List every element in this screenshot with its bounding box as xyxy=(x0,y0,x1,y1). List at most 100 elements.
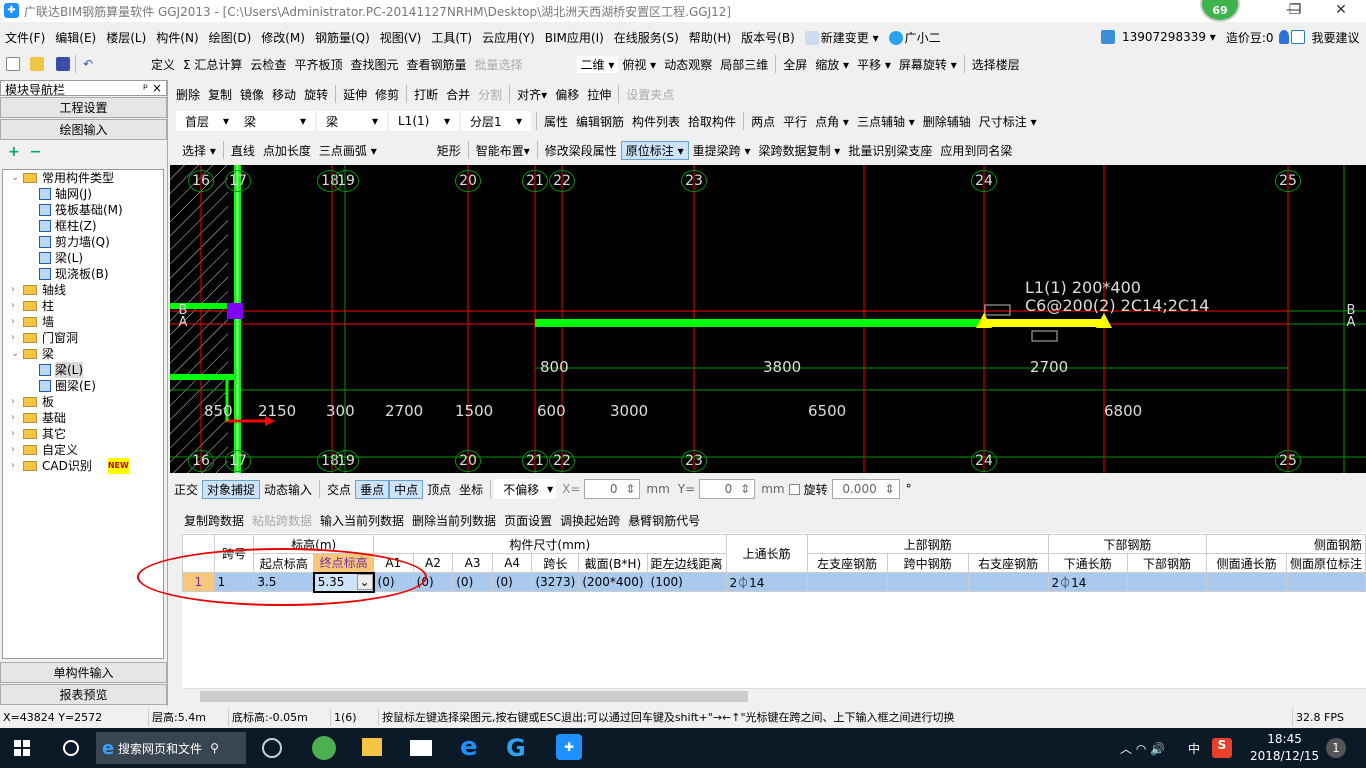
input-column-button[interactable]: 输入当前列数据 xyxy=(316,512,408,529)
three-point-axis-button[interactable]: 三点辅轴 ▾ xyxy=(853,113,919,130)
tree-item[interactable]: 梁(L) xyxy=(3,362,163,378)
tree-item[interactable]: 轴网(J) xyxy=(3,186,163,202)
dimension-button[interactable]: 尺寸标注 ▾ xyxy=(975,113,1041,130)
floor-select[interactable]: 首层 ▾ xyxy=(176,111,238,131)
angle-input[interactable]: 0.000 ⇕ xyxy=(831,479,900,499)
delete-axis-button[interactable]: 删除辅轴 xyxy=(919,113,975,130)
cell-mid[interactable] xyxy=(886,572,969,592)
re-extract-span-dropdown[interactable]: 重提梁跨 ▾ xyxy=(689,142,755,159)
object-snap-button[interactable]: 对象捕捉 xyxy=(202,479,261,499)
y-input[interactable]: 0 ⇕ xyxy=(699,479,756,499)
account-dropdown[interactable]: 13907298339 ▾ xyxy=(1117,30,1221,44)
menu-assistant[interactable]: 广小二 xyxy=(884,29,946,46)
move-button[interactable]: 移动 xyxy=(268,86,300,103)
tree-item[interactable]: › CAD识别 NEW xyxy=(3,458,163,474)
stretch-button[interactable]: 拉伸 xyxy=(583,86,615,103)
suggest-button[interactable]: 我要建议 xyxy=(1307,29,1365,46)
tree-item[interactable]: ⌄ 梁 xyxy=(3,346,163,362)
paste-span-data-button[interactable]: 粘贴跨数据 xyxy=(248,512,316,529)
menu-new-change[interactable]: 新建变更 ▾ xyxy=(800,29,884,46)
span-data-copy-dropdown[interactable]: 梁跨数据复制 ▾ xyxy=(754,142,844,159)
menu-draw[interactable]: 绘图(D) xyxy=(204,29,257,46)
chevron-right-icon[interactable]: › xyxy=(11,426,23,442)
menu-tools[interactable]: 工具(T) xyxy=(426,29,477,46)
menu-cloud[interactable]: 云应用(Y) xyxy=(477,29,540,46)
type-select[interactable]: 梁 ▾ xyxy=(235,111,315,131)
edge-icon[interactable]: e xyxy=(460,732,478,762)
drawing-input-button[interactable]: 绘图输入 xyxy=(0,119,167,140)
vertex-snap-button[interactable]: 顶点 xyxy=(423,481,455,498)
tree-item[interactable]: › 墙 xyxy=(3,314,163,330)
chevron-right-icon[interactable]: › xyxy=(11,442,23,458)
cell-span-length[interactable]: (3273) xyxy=(531,572,580,592)
point-length-button[interactable]: 点加长度 xyxy=(259,142,315,159)
browser-360-icon[interactable] xyxy=(312,736,336,760)
menu-version[interactable]: 版本号(B) xyxy=(736,29,800,46)
chevron-right-icon[interactable]: › xyxy=(11,394,23,410)
tree-item[interactable]: › 门窗洞 xyxy=(3,330,163,346)
extend-button[interactable]: 延伸 xyxy=(339,86,371,103)
open-folder-icon[interactable] xyxy=(30,57,44,71)
collapse-all-icon[interactable]: − xyxy=(29,144,41,160)
tree-item[interactable]: › 基础 xyxy=(3,410,163,426)
single-input-button[interactable]: 单构件输入 xyxy=(0,662,167,683)
start-icon[interactable] xyxy=(14,740,30,756)
menu-edit[interactable]: 编辑(E) xyxy=(50,29,101,46)
x-input[interactable]: 0 ⇕ xyxy=(584,479,641,499)
layer-select[interactable]: 分层1 ▾ xyxy=(461,111,531,131)
pan-dropdown[interactable]: 平移 ▾ xyxy=(853,56,895,73)
properties-button[interactable]: 属性 xyxy=(540,113,572,130)
copy-button[interactable]: 复制 xyxy=(204,86,236,103)
search-box[interactable]: e 搜索网页和文件 ⚲ xyxy=(96,732,246,764)
find-element-button[interactable]: 查找图元 xyxy=(346,56,402,73)
ime-indicator[interactable]: 中 xyxy=(1188,740,1200,757)
rectangle-button[interactable]: 矩形 xyxy=(433,142,465,159)
sogou-icon[interactable]: S xyxy=(1212,738,1232,758)
subtype-select[interactable]: 梁 ▾ xyxy=(317,111,387,131)
page-setup-button[interactable]: 页面设置 xyxy=(500,512,556,529)
cell-bottom[interactable] xyxy=(1126,572,1208,592)
cell-right-support[interactable] xyxy=(967,572,1049,592)
cell-side-inplace[interactable] xyxy=(1285,572,1366,592)
cell-section[interactable]: (200*400) xyxy=(578,572,648,592)
tree-item[interactable]: › 自定义 xyxy=(3,442,163,458)
maximize-button[interactable]: ❐ xyxy=(1272,0,1318,22)
select-floor-button[interactable]: 选择楼层 xyxy=(968,56,1024,73)
mirror-button[interactable]: 镜像 xyxy=(236,86,268,103)
ggj-app-icon[interactable]: ✚ xyxy=(556,734,582,760)
batch-select-button[interactable]: 批量选择 xyxy=(470,56,526,73)
tree-item[interactable]: 剪力墙(Q) xyxy=(3,234,163,250)
local-3d-button[interactable]: 局部三维 xyxy=(716,56,772,73)
dynamic-view-button[interactable]: 动态观察 xyxy=(660,56,716,73)
cell-bottom-long[interactable]: 2⏀14 xyxy=(1047,572,1128,592)
bell-icon[interactable] xyxy=(1278,30,1289,44)
three-point-arc-dropdown[interactable]: 三点画弧 ▾ xyxy=(315,142,381,159)
merge-button[interactable]: 合并 xyxy=(442,86,474,103)
offset-button[interactable]: 偏移 xyxy=(551,86,583,103)
menu-view[interactable]: 视图(V) xyxy=(375,29,427,46)
horizontal-scrollbar[interactable] xyxy=(182,688,1366,704)
cell-a4[interactable]: (0) xyxy=(491,572,533,592)
view-rebar-button[interactable]: 查看钢筋量 xyxy=(402,56,470,73)
cantilever-code-button[interactable]: 悬臂钢筋代号 xyxy=(624,512,704,529)
split-button[interactable]: 分割 xyxy=(474,86,506,103)
view-2d-dropdown[interactable]: 二维 ▾ xyxy=(576,55,619,73)
chevron-down-icon[interactable]: ⌄ xyxy=(11,346,23,362)
scrollbar-thumb[interactable] xyxy=(200,691,748,702)
menu-file[interactable]: 文件(F) xyxy=(0,29,50,46)
mail-icon[interactable] xyxy=(410,740,432,756)
zoom-dropdown[interactable]: 缩放 ▾ xyxy=(811,56,853,73)
menu-bim[interactable]: BIM应用(I) xyxy=(540,29,609,46)
menu-floor[interactable]: 楼层(L) xyxy=(101,29,151,46)
chevron-right-icon[interactable]: › xyxy=(11,282,23,298)
tree-item[interactable]: › 柱 xyxy=(3,298,163,314)
cell-left-support[interactable] xyxy=(806,572,888,592)
coordinate-snap-button[interactable]: 坐标 xyxy=(455,481,487,498)
top-view-dropdown[interactable]: 俯视 ▾ xyxy=(618,56,660,73)
edit-rebar-button[interactable]: 编辑钢筋 xyxy=(572,113,628,130)
expand-all-icon[interactable]: + xyxy=(8,144,20,160)
app-360-icon[interactable] xyxy=(262,738,282,758)
tree-item[interactable]: 筏板基础(M) xyxy=(3,202,163,218)
clock[interactable]: 18:45 2018/12/15 xyxy=(1250,731,1319,765)
menu-online[interactable]: 在线服务(S) xyxy=(609,29,684,46)
